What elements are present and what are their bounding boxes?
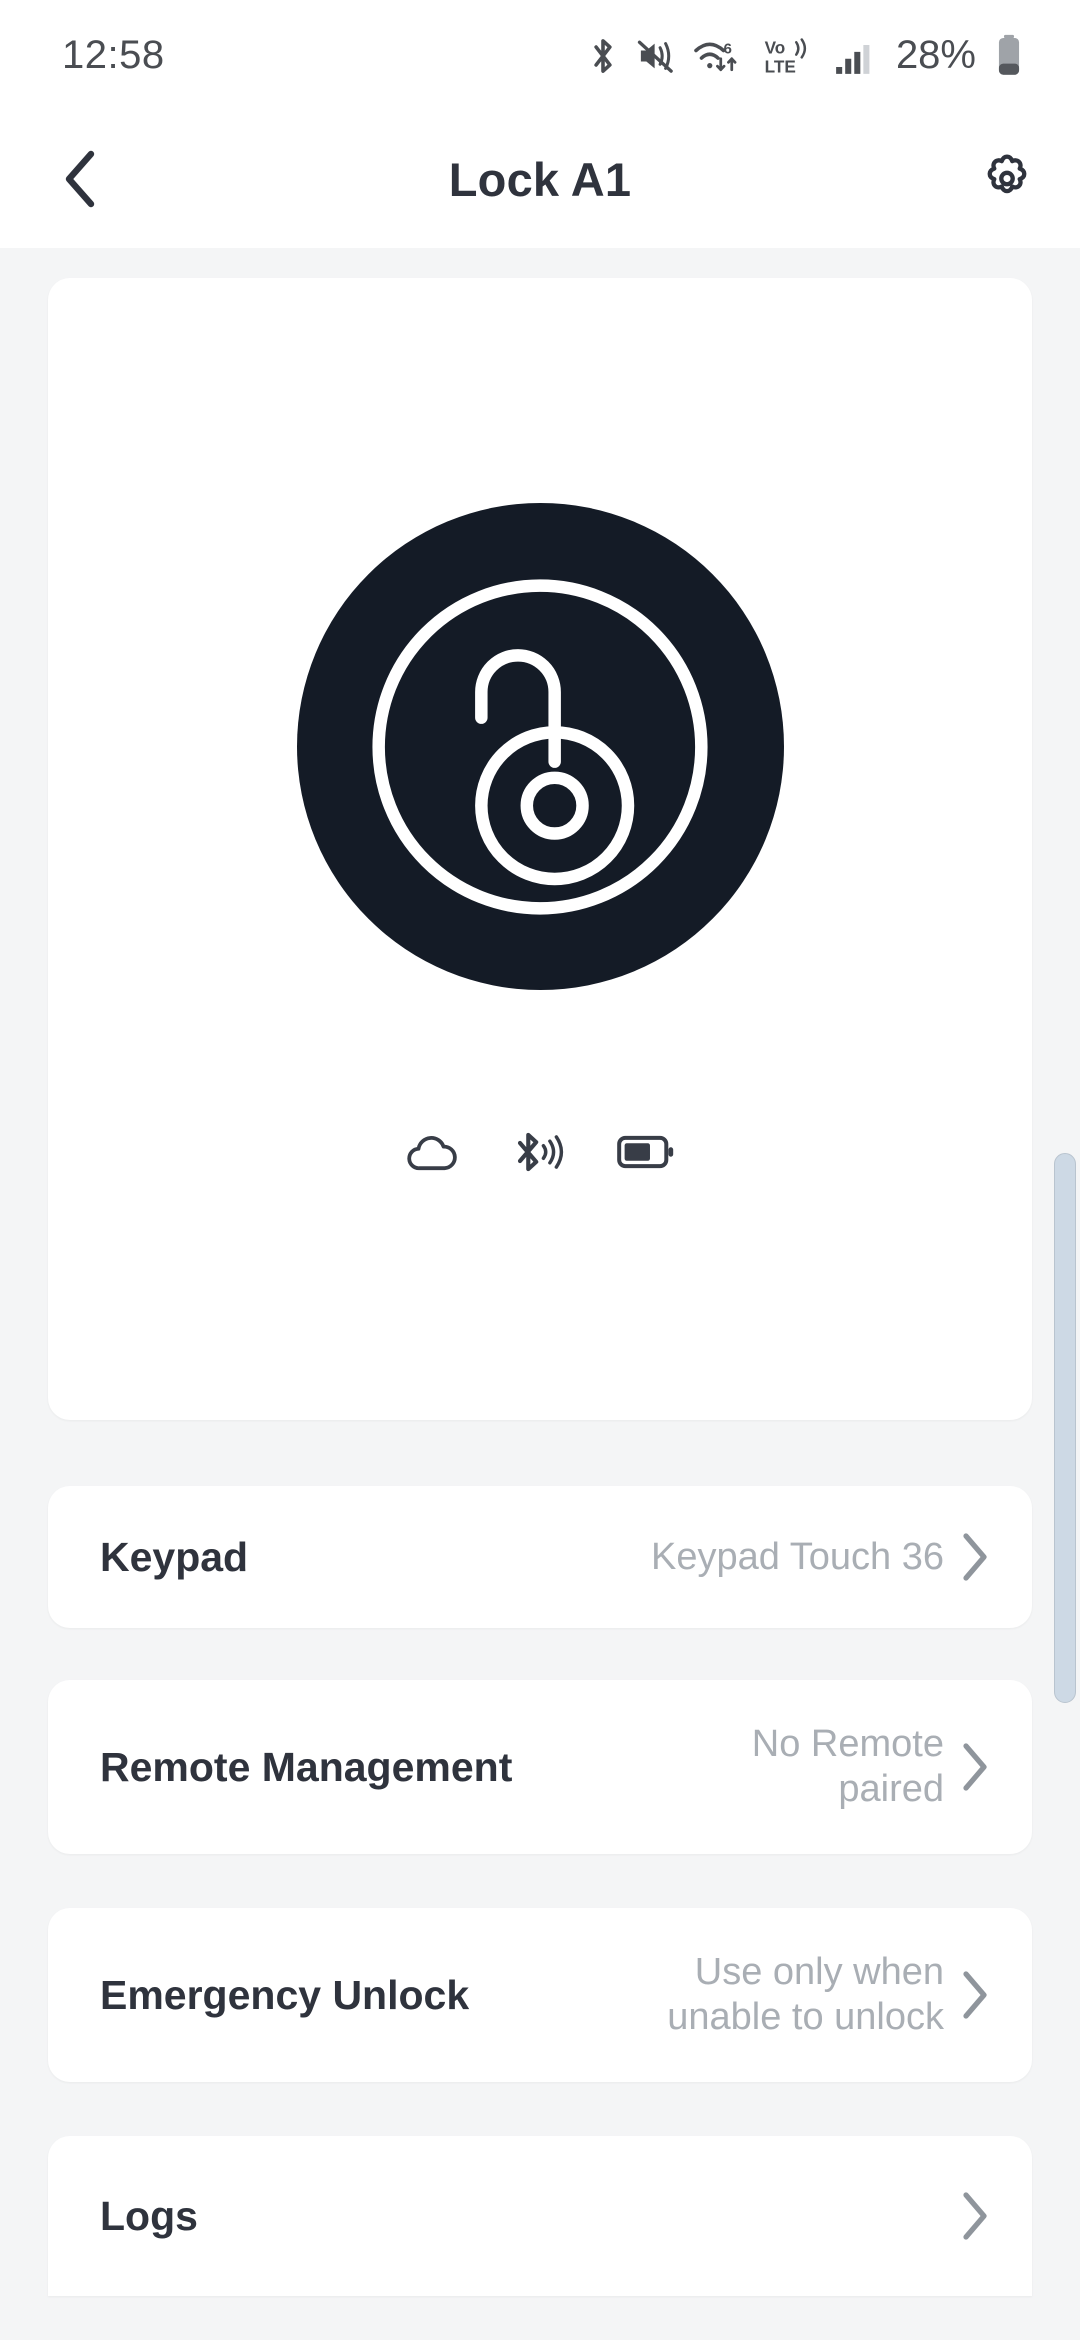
mute-vibrate-icon [637, 40, 673, 73]
chevron-right-icon [958, 2189, 992, 2243]
row-label: Remote Management [100, 1743, 513, 1790]
chevron-right-icon [958, 1740, 992, 1794]
unlocked-padlock-icon [372, 578, 708, 915]
lock-toggle-button[interactable] [296, 503, 784, 990]
list-item-remote-management[interactable]: Remote Management No Remote paired [48, 1680, 1032, 1854]
status-bar-icons: 6 Vo LTE 28% [586, 32, 1024, 78]
row-right: Use only when unable to unlock [604, 1950, 992, 2040]
list-item-emergency-unlock[interactable]: Emergency Unlock Use only when unable to… [48, 1908, 1032, 2082]
volte-icon: Vo LTE [765, 37, 807, 77]
app-header: Lock A1 [0, 110, 1080, 248]
phone-screen: 12:58 6 Vo LTE 28% Lock A1 Keypad Keypad… [0, 0, 1080, 2340]
back-button[interactable] [44, 142, 118, 216]
row-right: Keypad Touch 36 [651, 1530, 992, 1584]
row-label: Logs [100, 2192, 198, 2239]
svg-text:LTE: LTE [765, 57, 796, 77]
chevron-left-icon [65, 150, 95, 208]
status-bar: 12:58 6 Vo LTE 28% [0, 0, 1080, 110]
row-content: Emergency Unlock Use only when unable to… [48, 1908, 1032, 2082]
list-item-keypad[interactable]: Keypad Keypad Touch 36 [48, 1486, 1032, 1628]
row-label: Keypad [100, 1533, 249, 1580]
row-content: Logs [48, 2136, 1032, 2296]
device-indicator-row [48, 1128, 1032, 1176]
bluetooth-signal-icon [517, 1132, 564, 1172]
svg-text:6: 6 [723, 40, 731, 57]
battery-level-icon [617, 1135, 674, 1169]
gear-icon [987, 154, 1027, 194]
row-value: Keypad Touch 36 [651, 1535, 944, 1578]
row-value: No Remote paired [751, 1723, 944, 1810]
settings-button[interactable] [970, 142, 1044, 216]
list-item-logs[interactable]: Logs [48, 2136, 1032, 2296]
lock-toggle-wrapper [48, 503, 1032, 990]
status-bar-clock: 12:58 [62, 32, 165, 77]
row-right: No Remote paired [654, 1722, 992, 1812]
row-content: Remote Management No Remote paired [48, 1680, 1032, 1854]
bluetooth-icon [594, 39, 612, 73]
battery-percent-label: 28% [895, 33, 976, 77]
row-content: Keypad Keypad Touch 36 [48, 1486, 1032, 1628]
battery-icon [998, 34, 1020, 75]
row-right [944, 2189, 992, 2243]
vertical-scrollbar[interactable] [1054, 1153, 1076, 1703]
svg-text:Vo: Vo [765, 37, 786, 57]
chevron-right-icon [958, 1968, 992, 2022]
cellular-signal-icon [836, 45, 870, 74]
scroll-content: Keypad Keypad Touch 36 Remote Management… [0, 248, 1080, 2340]
page-title: Lock A1 [448, 152, 632, 206]
row-label: Emergency Unlock [100, 1971, 470, 2018]
cloud-icon [407, 1136, 457, 1171]
chevron-right-icon [958, 1530, 992, 1584]
lock-status-card [48, 278, 1032, 1420]
wifi-6-data-icon: 6 [694, 40, 737, 72]
row-value: Use only when unable to unlock [667, 1951, 944, 2038]
